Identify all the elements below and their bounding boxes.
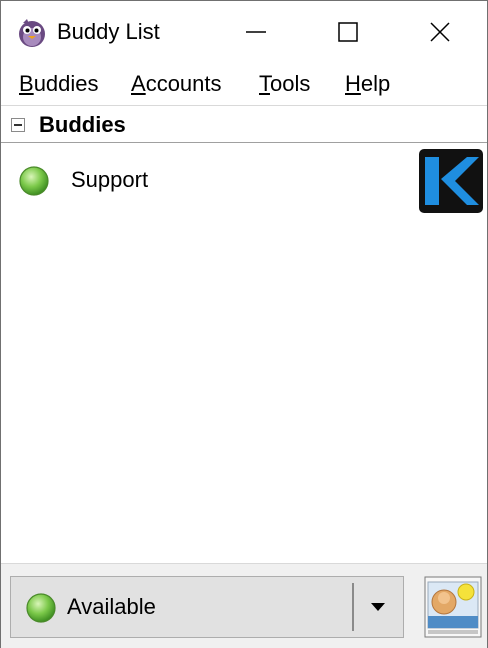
buddy-row-support[interactable]: Support (1, 145, 487, 217)
maximize-button[interactable] (301, 1, 395, 63)
menu-help[interactable]: Help (345, 71, 390, 97)
green-status-dot-icon (18, 165, 50, 197)
buddy-list-window: Buddy List Buddies Accounts Tools Help B… (0, 0, 488, 648)
title-bar[interactable]: Buddy List (1, 1, 487, 63)
minimize-button[interactable] (209, 1, 303, 63)
close-button[interactable] (393, 1, 487, 63)
window-title: Buddy List (57, 19, 160, 44)
menu-accounts[interactable]: Accounts (131, 71, 222, 97)
menu-bar: Buddies Accounts Tools Help (1, 63, 487, 105)
status-divider (352, 583, 354, 631)
pidgin-app-icon (15, 15, 49, 49)
green-status-dot-icon (25, 592, 57, 624)
status-label: Available (67, 594, 156, 619)
group-label: Buddies (39, 112, 126, 137)
buddy-icon-button[interactable] (424, 576, 482, 638)
menu-buddies[interactable]: Buddies (19, 71, 99, 97)
k-logo-icon (419, 149, 483, 213)
maximize-icon (338, 22, 358, 42)
status-selector[interactable]: Available (10, 576, 404, 638)
status-area: Available (1, 563, 487, 648)
group-header-buddies[interactable]: Buddies (1, 106, 487, 143)
collapse-minus-icon[interactable] (11, 118, 25, 132)
menu-tools[interactable]: Tools (259, 71, 310, 97)
dropdown-arrow-icon[interactable] (371, 603, 385, 611)
minimize-icon (246, 31, 266, 33)
buddy-name: Support (71, 167, 149, 192)
close-icon (430, 22, 450, 42)
